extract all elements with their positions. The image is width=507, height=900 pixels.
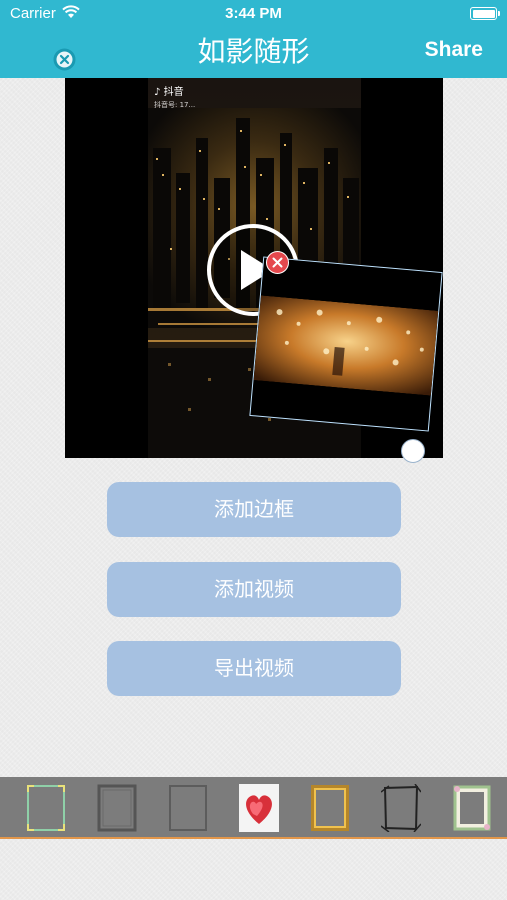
frame-red-hearts[interactable]: [239, 784, 279, 832]
share-button[interactable]: Share: [425, 38, 483, 62]
watermark-app: 抖音: [163, 87, 184, 98]
frame-gold-ornate[interactable]: [310, 784, 350, 832]
export-video-button[interactable]: 导出视频: [107, 641, 401, 696]
tiktok-icon: ♪: [154, 87, 161, 98]
lights-image: [253, 295, 439, 396]
battery-icon: [470, 7, 500, 20]
overlay-video[interactable]: [249, 256, 443, 432]
delete-badge-icon[interactable]: [266, 251, 289, 274]
add-video-button[interactable]: 添加视频: [107, 562, 401, 617]
resize-handle[interactable]: [401, 439, 425, 463]
watermark-id: 抖音号: 17...: [154, 101, 196, 109]
status-bar: Carrier 3:44 PM: [0, 0, 507, 28]
frame-green-corners[interactable]: [26, 784, 66, 832]
frame-plain-gray[interactable]: [168, 784, 208, 832]
frame-dark-ornate[interactable]: [97, 784, 137, 832]
nav-bar: Carrier 3:44 PM 如影随形 Share: [0, 0, 507, 78]
frame-picker: [0, 777, 507, 839]
watermark: ♪ 抖音 抖音号: 17...: [154, 86, 195, 112]
add-frame-button[interactable]: 添加边框: [107, 482, 401, 537]
clock: 3:44 PM: [225, 5, 282, 22]
overlay-video-content: [253, 295, 439, 396]
frame-branches[interactable]: [381, 784, 421, 832]
frame-floral[interactable]: [452, 784, 492, 832]
